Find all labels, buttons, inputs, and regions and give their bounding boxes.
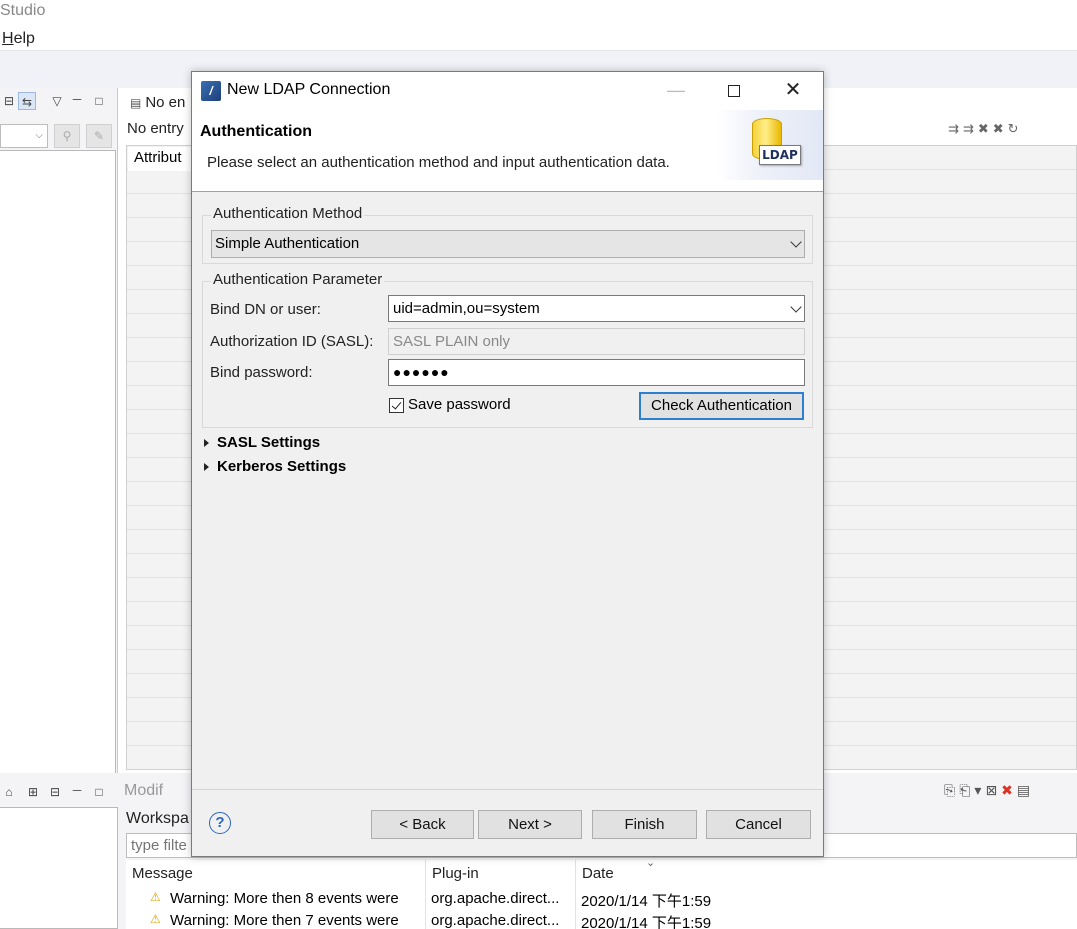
authorization-id-label: Authorization ID (SASL): (210, 333, 374, 350)
tree-icon: ⚲ (54, 124, 80, 148)
bind-password-label: Bind password: (210, 364, 313, 381)
check-authentication-button[interactable]: Check Authentication (639, 392, 804, 420)
editor-toolbar: ⇉⇉✖✖↻ (948, 121, 1077, 141)
section-label: SASL Settings (217, 434, 321, 451)
log-message: Warning: More then 8 events were (170, 890, 399, 907)
log-plugin: org.apache.direct... (431, 912, 560, 929)
save-password-checkbox[interactable] (389, 398, 404, 413)
table-row[interactable]: ⚠ Warning: More then 7 events were org.a… (126, 910, 1077, 929)
refresh-icon[interactable]: ↻ (1008, 121, 1023, 136)
menu-help-mnemonic: H (2, 30, 14, 47)
cancel-button[interactable]: Cancel (706, 810, 811, 839)
next-button[interactable]: Next > (478, 810, 582, 839)
bind-dn-value: uid=admin,ou=system (393, 300, 540, 317)
column-header-message[interactable]: Message (132, 865, 193, 882)
error-log-toolbar: ⎘⎗▾⊠✖▤ (944, 782, 1034, 799)
table-row[interactable]: ⚠ Warning: More then 8 events were org.a… (126, 888, 1077, 910)
log-date: 2020/1/14 下午1:59 (581, 893, 712, 910)
chevron-down-icon (790, 236, 802, 248)
ldap-banner-image: LDAP (717, 110, 823, 180)
selected-method: Simple Authentication (215, 235, 360, 252)
column-header-date[interactable]: Date (582, 865, 614, 882)
clear-log-icon[interactable]: ⊠ (985, 782, 1001, 798)
app-title: Studio (0, 2, 46, 19)
warning-icon: ⚠ (150, 890, 161, 904)
open-log-icon[interactable]: ▤ (1017, 782, 1034, 798)
section-label: Kerberos Settings (217, 458, 347, 475)
authentication-method-select[interactable]: Simple Authentication (211, 230, 805, 258)
log-message: Warning: More then 7 events were (170, 912, 399, 929)
log-date: 2020/1/14 下午1:59 (581, 915, 712, 929)
bind-password-field[interactable]: ●●●●●● (388, 359, 805, 386)
minimize-button[interactable]: — (653, 72, 699, 108)
menu-help-label: elp (13, 30, 35, 47)
outline-tree[interactable] (0, 807, 118, 929)
expand-all-icon[interactable]: ⊞ (24, 783, 42, 801)
import-log-icon[interactable]: ⎗ (959, 782, 974, 798)
bind-dn-label: Bind DN or user: (210, 301, 321, 318)
collapse-all-icon[interactable]: ⊟ (46, 783, 64, 801)
no-entry-label: No entry (127, 120, 184, 137)
connections-tree[interactable] (0, 150, 116, 858)
sasl-settings-section[interactable]: SASL Settings (204, 434, 320, 451)
group-legend: Authentication Method (211, 205, 365, 222)
link-with-editor-icon[interactable]: ⇆ (18, 92, 36, 110)
expand-triangle-icon (204, 439, 209, 448)
tab-entry-editor[interactable]: ▤ No en (124, 91, 194, 117)
close-button[interactable]: ✕ (770, 72, 816, 108)
workspace-label: Workspa (126, 810, 189, 827)
quick-search-combo[interactable]: ⌵ (0, 124, 48, 148)
group-legend: Authentication Parameter (211, 271, 385, 288)
pin-icon: ✎ (86, 124, 112, 148)
export-log-icon[interactable]: ⎘ (944, 782, 959, 798)
authorization-id-field[interactable]: SASL PLAIN only (388, 328, 805, 355)
maximize-icon (728, 85, 740, 98)
minimize-view-icon[interactable]: ─ (68, 90, 86, 108)
app-icon: / (201, 81, 221, 101)
maximize-view-icon[interactable]: □ (90, 92, 108, 110)
maximize-view-icon[interactable]: □ (90, 783, 108, 801)
wizard-banner: Authentication Please select an authenti… (192, 110, 823, 192)
maximize-button[interactable] (711, 72, 757, 108)
document-icon: ▤ (130, 96, 142, 110)
view-menu-icon[interactable]: ▾ (974, 782, 985, 798)
new-ldap-connection-dialog: / New LDAP Connection — ✕ Authentication… (191, 71, 824, 857)
help-button[interactable]: ? (209, 812, 231, 834)
dialog-title: New LDAP Connection (227, 81, 391, 98)
collapse-icon[interactable]: ⇉ (963, 121, 978, 136)
sort-descending-icon: ⌄ (646, 857, 656, 869)
expand-icon[interactable]: ⇉ (948, 121, 963, 136)
bind-dn-combo[interactable]: uid=admin,ou=system (388, 295, 805, 322)
page-title: Authentication (200, 123, 312, 140)
back-button[interactable]: < Back (371, 810, 474, 839)
delete-all-icon[interactable]: ✖ (993, 121, 1008, 136)
finish-button[interactable]: Finish (592, 810, 697, 839)
checkmark-icon (391, 399, 402, 410)
tab-label: No en (145, 94, 186, 111)
connections-view: ⊟ ⇆ ▽ ─ □ (0, 88, 118, 858)
button-bar-divider (192, 789, 823, 790)
warning-icon: ⚠ (150, 912, 161, 926)
kerberos-settings-section[interactable]: Kerberos Settings (204, 458, 346, 475)
minimize-view-icon[interactable]: ─ (68, 781, 86, 799)
page-description: Please select an authentication method a… (207, 154, 670, 171)
ldap-label: LDAP (759, 145, 801, 165)
column-header-plugin[interactable]: Plug-in (432, 865, 479, 882)
save-password-label[interactable]: Save password (408, 396, 511, 413)
delete-icon[interactable]: ✖ (978, 121, 993, 136)
tab-modifications[interactable]: Modif (124, 782, 163, 800)
attribute-column-header[interactable]: Attribut (128, 147, 198, 171)
log-plugin: org.apache.direct... (431, 890, 560, 907)
collapse-all-icon[interactable]: ⊟ (0, 92, 18, 110)
expand-triangle-icon (204, 463, 209, 472)
view-menu-icon[interactable]: ▽ (48, 92, 66, 110)
delete-log-icon[interactable]: ✖ (1001, 782, 1017, 798)
home-icon[interactable]: ⌂ (0, 783, 18, 801)
menu-help[interactable]: Help (2, 30, 35, 48)
dialog-titlebar[interactable]: / New LDAP Connection — ✕ (192, 72, 823, 110)
chevron-down-icon (790, 301, 802, 313)
